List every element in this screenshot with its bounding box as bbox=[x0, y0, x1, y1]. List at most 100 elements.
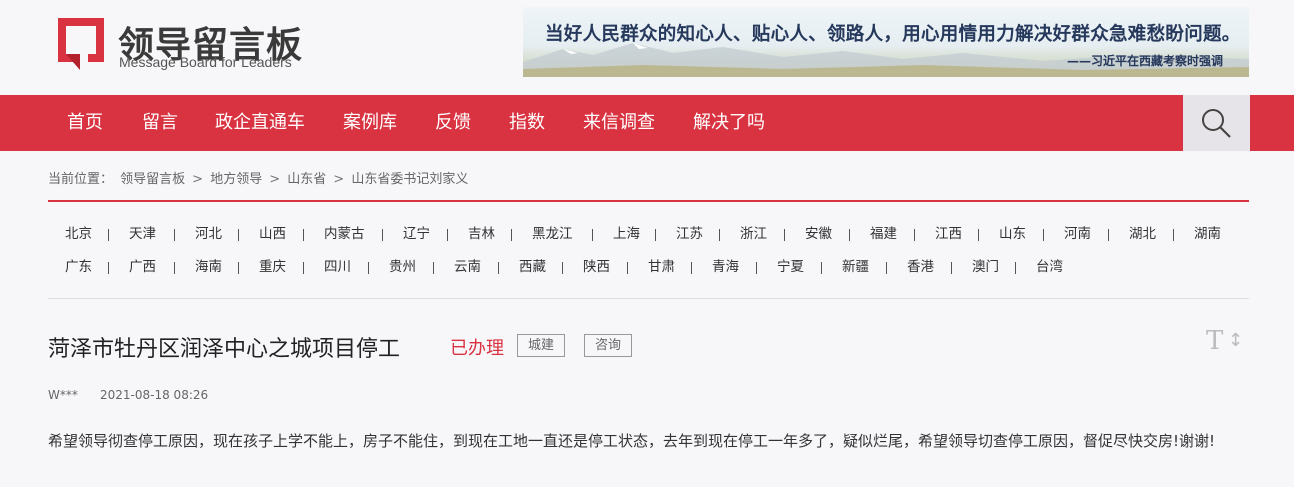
breadcrumb-item-province[interactable]: 山东省 bbox=[287, 172, 326, 187]
region-link[interactable]: 香港 bbox=[907, 251, 934, 284]
region-separator bbox=[914, 229, 915, 241]
region-separator bbox=[303, 262, 304, 274]
region-separator bbox=[447, 229, 448, 241]
region-separator bbox=[174, 262, 175, 274]
region-link[interactable]: 安徽 bbox=[805, 218, 832, 251]
region-separator bbox=[1173, 229, 1174, 241]
tag-type[interactable]: 咨询 bbox=[584, 334, 633, 357]
region-separator bbox=[627, 262, 628, 274]
nav-item-letter-survey[interactable]: 来信调查 bbox=[583, 95, 655, 151]
region-link[interactable]: 广西 bbox=[129, 251, 156, 284]
region-separator bbox=[174, 229, 175, 241]
nav-item-home[interactable]: 首页 bbox=[67, 95, 103, 151]
region-link[interactable]: 辽宁 bbox=[403, 218, 430, 251]
breadcrumb-prefix: 当前位置： bbox=[48, 172, 114, 187]
region-link[interactable]: 西藏 bbox=[519, 251, 546, 284]
region-separator bbox=[1108, 229, 1109, 241]
region-link[interactable]: 江西 bbox=[935, 218, 962, 251]
region-link[interactable]: 宁夏 bbox=[777, 251, 804, 284]
region-link[interactable]: 重庆 bbox=[259, 251, 286, 284]
region-separator bbox=[978, 229, 979, 241]
region-link[interactable]: 黑龙江 bbox=[532, 218, 573, 251]
region-link[interactable]: 新疆 bbox=[842, 251, 869, 284]
region-link[interactable]: 福建 bbox=[870, 218, 897, 251]
region-link[interactable]: 河南 bbox=[1064, 218, 1091, 251]
region-link[interactable]: 天津 bbox=[129, 218, 156, 251]
main-nav: 首页 留言 政企直通车 案例库 反馈 指数 来信调查 解决了吗 bbox=[0, 95, 1294, 151]
nav-item-case-library[interactable]: 案例库 bbox=[343, 95, 397, 151]
search-button[interactable] bbox=[1183, 95, 1250, 151]
region-separator bbox=[756, 262, 757, 274]
region-link[interactable]: 内蒙古 bbox=[324, 218, 365, 251]
region-separator bbox=[238, 262, 239, 274]
region-separator bbox=[238, 229, 239, 241]
region-separator bbox=[108, 262, 109, 274]
region-separator bbox=[719, 229, 720, 241]
region-link[interactable]: 江苏 bbox=[676, 218, 703, 251]
region-separator bbox=[1015, 262, 1016, 274]
quote-banner: 当好人民群众的知心人、贴心人、领路人，用心用情用力解决好群众急难愁盼问题。 ——… bbox=[523, 7, 1249, 77]
region-link[interactable]: 四川 bbox=[324, 251, 351, 284]
region-separator bbox=[821, 262, 822, 274]
header: 领导留言板 Message Board for Leaders 当好人民群众的知… bbox=[0, 0, 1294, 95]
divider bbox=[48, 200, 1249, 202]
site-logo[interactable]: 领导留言板 Message Board for Leaders bbox=[50, 14, 320, 74]
nav-item-index[interactable]: 指数 bbox=[509, 95, 545, 151]
region-link[interactable]: 广东 bbox=[65, 251, 92, 284]
region-separator bbox=[784, 229, 785, 241]
region-link[interactable]: 河北 bbox=[195, 218, 222, 251]
region-separator bbox=[1043, 229, 1044, 241]
region-link[interactable]: 青海 bbox=[712, 251, 739, 284]
font-size-toggle-icon[interactable]: T ↕ bbox=[1206, 326, 1243, 356]
region-separator bbox=[655, 229, 656, 241]
region-link[interactable]: 台湾 bbox=[1036, 251, 1063, 284]
region-link[interactable]: 陕西 bbox=[583, 251, 610, 284]
breadcrumb: 当前位置： 领导留言板 > 地方领导 > 山东省 > 山东省委书记刘家义 bbox=[48, 168, 471, 187]
breadcrumb-item-current[interactable]: 山东省委书记刘家义 bbox=[351, 172, 468, 187]
region-link[interactable]: 山东 bbox=[999, 218, 1026, 251]
tag-category[interactable]: 城建 bbox=[517, 334, 566, 357]
breadcrumb-separator: > bbox=[269, 172, 281, 187]
region-link[interactable]: 浙江 bbox=[740, 218, 767, 251]
nav-item-resolved[interactable]: 解决了吗 bbox=[693, 95, 765, 151]
region-separator bbox=[849, 229, 850, 241]
region-link[interactable]: 湖北 bbox=[1129, 218, 1156, 251]
region-link[interactable]: 澳门 bbox=[972, 251, 999, 284]
region-link[interactable]: 吉林 bbox=[468, 218, 495, 251]
breadcrumb-item-home[interactable]: 领导留言板 bbox=[120, 172, 185, 187]
region-separator bbox=[108, 229, 109, 241]
region-link[interactable]: 云南 bbox=[454, 251, 481, 284]
region-link[interactable]: 湖南 bbox=[1194, 218, 1221, 251]
banner-source: ——习近平在西藏考察时强调 bbox=[1066, 54, 1223, 68]
breadcrumb-item-local-leaders[interactable]: 地方领导 bbox=[210, 172, 262, 187]
region-separator bbox=[368, 262, 369, 274]
region-link[interactable]: 上海 bbox=[613, 218, 640, 251]
nav-item-feedback[interactable]: 反馈 bbox=[435, 95, 471, 151]
region-link[interactable]: 海南 bbox=[195, 251, 222, 284]
breadcrumb-separator: > bbox=[333, 172, 345, 187]
region-separator bbox=[433, 262, 434, 274]
nav-item-message[interactable]: 留言 bbox=[142, 95, 178, 151]
region-separator bbox=[498, 262, 499, 274]
status-label: 已办理 bbox=[450, 338, 504, 359]
region-separator bbox=[951, 262, 952, 274]
region-link[interactable]: 甘肃 bbox=[648, 251, 675, 284]
region-separator bbox=[886, 262, 887, 274]
region-separator bbox=[562, 262, 563, 274]
region-separator bbox=[592, 229, 593, 241]
region-link[interactable]: 山西 bbox=[259, 218, 286, 251]
nav-item-government-enterprise[interactable]: 政企直通车 bbox=[215, 95, 305, 151]
post-date: 2021-08-18 08:26 bbox=[100, 388, 209, 402]
region-link[interactable]: 北京 bbox=[65, 218, 92, 251]
message-content: 希望领导彻查停工原因，现在孩子上学不能上，房子不能住，到现在工地一直还是停工状态… bbox=[48, 432, 1216, 450]
banner-quote: 当好人民群众的知心人、贴心人、领路人，用心用情用力解决好群众急难愁盼问题。 bbox=[545, 24, 1241, 45]
region-separator bbox=[691, 262, 692, 274]
region-separator bbox=[511, 229, 512, 241]
logo-mark-icon bbox=[58, 18, 104, 70]
region-separator bbox=[303, 229, 304, 241]
author-name: W*** bbox=[48, 388, 78, 402]
divider bbox=[48, 298, 1249, 299]
region-separator bbox=[382, 229, 383, 241]
logo-subtitle: Message Board for Leaders bbox=[119, 54, 292, 70]
region-link[interactable]: 贵州 bbox=[389, 251, 416, 284]
